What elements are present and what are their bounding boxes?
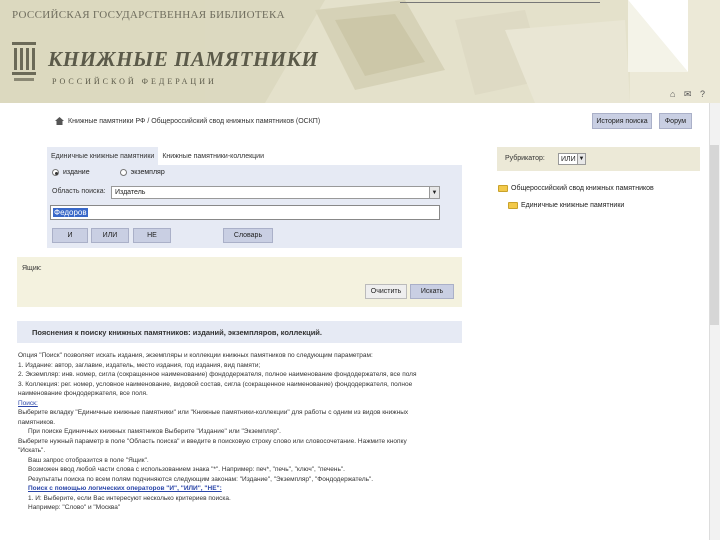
library-emblem-icon xyxy=(12,42,36,81)
brand-title[interactable]: КНИЖНЫЕ ПАМЯТНИКИ xyxy=(48,47,318,72)
help-line: Например: "Слово" и "Москва" xyxy=(28,504,121,511)
radio-edition[interactable] xyxy=(52,169,59,176)
radio-edition-label: издание xyxy=(63,169,90,176)
folder-icon xyxy=(498,185,508,192)
tree-item-single[interactable]: Единичные книжные памятники xyxy=(508,202,624,209)
help-line: Выберите вкладку "Единичные книжные памя… xyxy=(18,409,409,416)
and-button[interactable]: И xyxy=(52,228,88,243)
help-line: При поиске Единичных книжных памятников … xyxy=(28,428,281,435)
help-line: "Искать". xyxy=(18,447,46,454)
dictionary-button[interactable]: Словарь xyxy=(223,228,273,243)
not-button[interactable]: НЕ xyxy=(133,228,171,243)
query-box-label: Ящик: xyxy=(22,265,42,272)
header-utility-icons[interactable]: ⌂ ✉ ? xyxy=(670,89,708,100)
tree-item-label: Общероссийский свод книжных памятников xyxy=(511,185,654,192)
brand-subtitle: РОССИЙСКОЙ ФЕДЕРАЦИИ xyxy=(52,77,217,86)
search-type-radios: издание экземпляр xyxy=(52,169,165,176)
search-button[interactable]: Искать xyxy=(410,284,454,299)
or-button[interactable]: ИЛИ xyxy=(91,228,129,243)
help-line: наименование фондодержателя, все поля. xyxy=(18,390,148,397)
query-box-panel xyxy=(17,257,462,307)
help-line: 3. Коллекция: рег. номер, условное наиме… xyxy=(18,380,413,388)
help-line: 1. Издание: автор, заглавие, издатель, м… xyxy=(18,361,261,369)
rubricator-value: ИЛИ xyxy=(561,155,576,163)
help-line: Результаты поиска по всем полям подчиняю… xyxy=(28,475,374,483)
breadcrumb-text[interactable]: Книжные памятники РФ / Общероссийский св… xyxy=(68,118,320,125)
header-corner-graphic xyxy=(628,0,688,72)
help-line: 1. И: Выберите, если Вас интересуют неск… xyxy=(28,494,231,502)
tree-item-label: Единичные книжные памятники xyxy=(521,202,625,209)
help-line: Опция "Поиск" позволяет искать издания, … xyxy=(18,352,373,359)
help-line: Выберите нужный параметр в поле "Область… xyxy=(18,437,407,445)
radio-copy[interactable] xyxy=(119,169,127,176)
scrollbar-thumb[interactable] xyxy=(710,145,719,325)
site-title[interactable]: РОССИЙСКАЯ ГОСУДАРСТВЕННАЯ БИБЛИОТЕКА xyxy=(12,9,285,21)
help-line: Возможен ввод любой части слова с исполь… xyxy=(28,466,345,473)
radio-copy-label: экземпляр xyxy=(130,169,165,176)
search-tabs: Единичные книжные памятники Книжные памя… xyxy=(47,147,268,165)
rubricator-label: Рубрикатор: xyxy=(505,155,545,162)
header: РОССИЙСКАЯ ГОСУДАРСТВЕННАЯ БИБЛИОТЕКА КН… xyxy=(0,0,720,103)
forum-button[interactable]: Форум xyxy=(659,113,692,129)
help-link[interactable]: Поиск с помощью логических операторов "И… xyxy=(18,484,463,494)
tree-item-root[interactable]: Общероссийский свод книжных памятников xyxy=(498,185,654,192)
tab-single-monuments[interactable]: Единичные книжные памятники xyxy=(47,147,159,165)
tab-collections[interactable]: Книжные памятники-коллекции xyxy=(158,147,268,165)
search-history-button[interactable]: История поиска xyxy=(592,113,652,129)
search-area-select[interactable]: Издатель ▼ xyxy=(111,186,440,199)
folder-icon xyxy=(508,202,518,209)
search-input[interactable]: Федоров xyxy=(50,205,440,220)
rubricator-select[interactable]: ИЛИ ▼ xyxy=(558,153,586,165)
chevron-down-icon[interactable]: ▼ xyxy=(577,154,585,164)
help-text: Опция "Поиск" позволяет искать издания, … xyxy=(18,351,463,513)
help-line: памятников. xyxy=(18,418,56,426)
clear-button[interactable]: Очистить xyxy=(365,284,407,299)
help-title: Пояснения к поиску книжных памятников: и… xyxy=(32,328,322,337)
help-link[interactable]: Поиск: xyxy=(18,399,463,409)
header-top-line xyxy=(400,0,600,3)
breadcrumb: Книжные памятники РФ / Общероссийский св… xyxy=(55,112,320,130)
help-line: 2. Экземпляр: инв. номер, сигла (сокраще… xyxy=(18,371,417,378)
search-area-label: Область поиска: xyxy=(52,188,106,195)
home-icon[interactable] xyxy=(55,117,64,125)
help-line: Ваш запрос отобразится в поле "Ящик". xyxy=(28,456,149,464)
chevron-down-icon[interactable]: ▼ xyxy=(429,187,439,198)
search-input-value: Федоров xyxy=(53,208,88,217)
search-area-value: Издатель xyxy=(115,189,146,196)
